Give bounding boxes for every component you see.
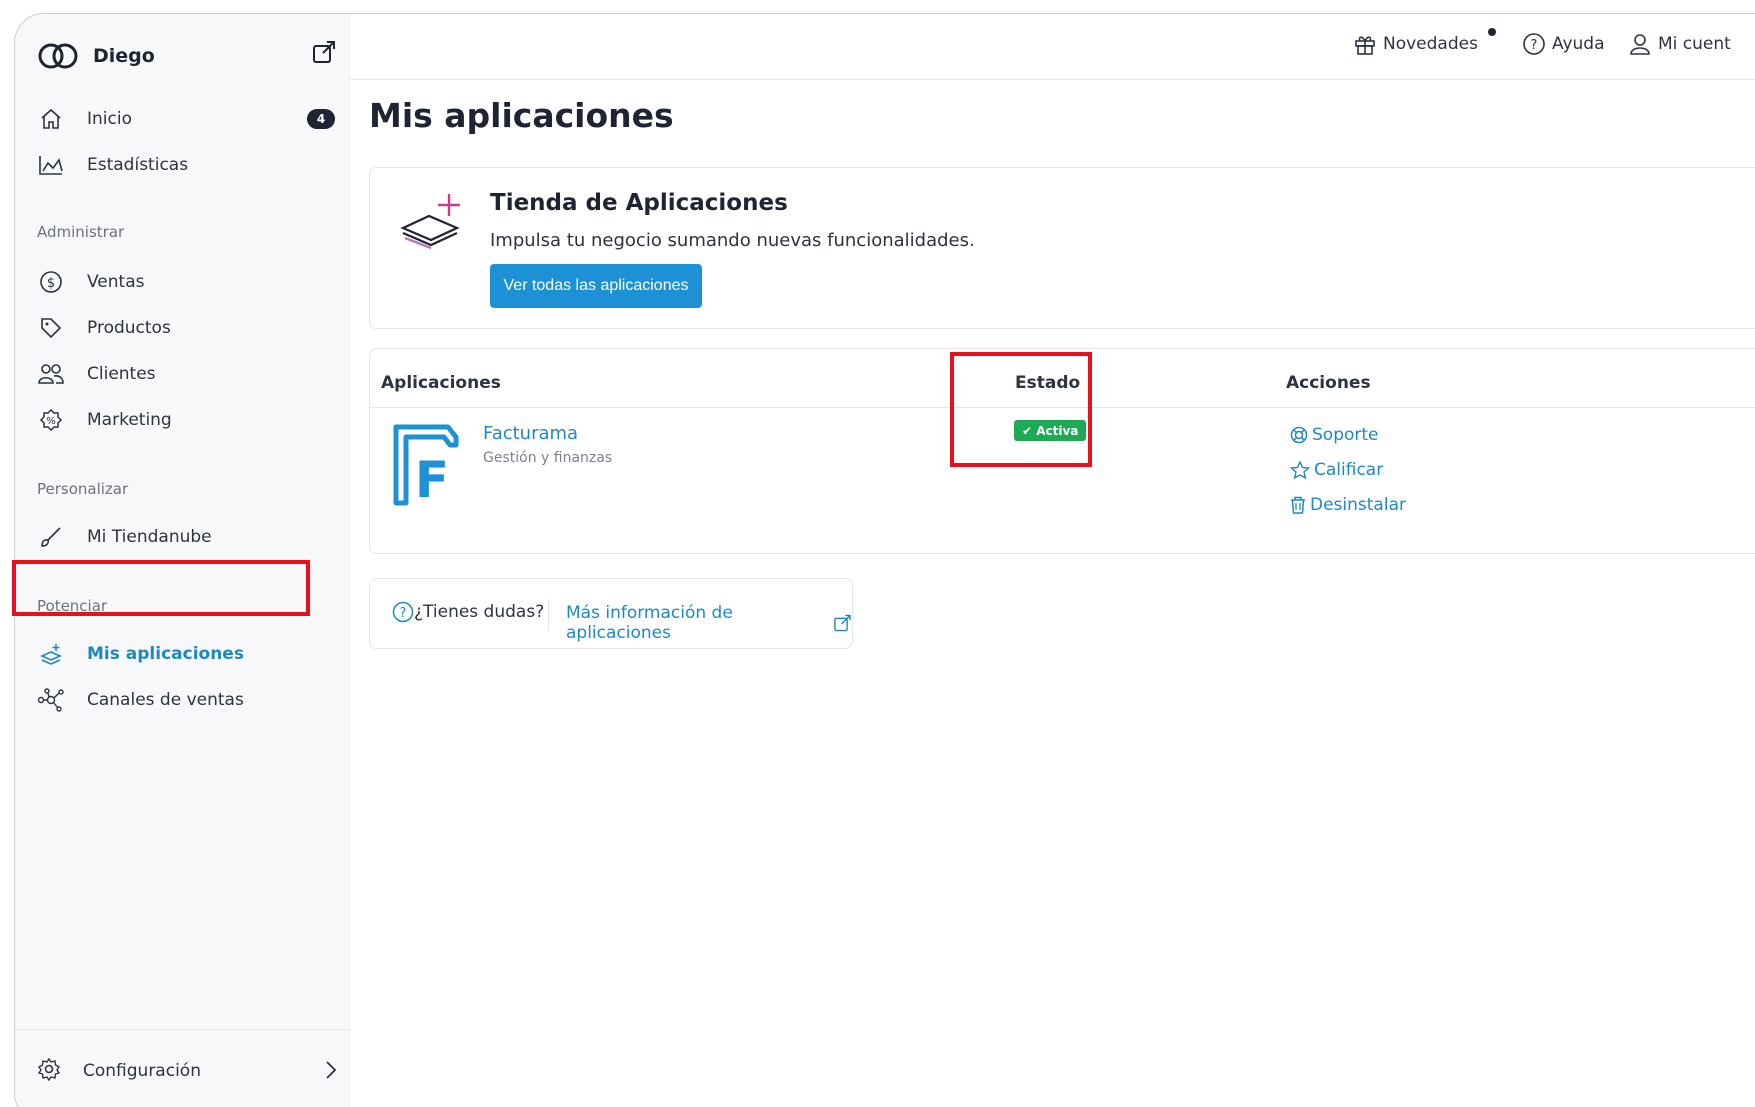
svg-text:F: F xyxy=(415,451,449,507)
notification-badge: 4 xyxy=(307,109,335,129)
sidebar-item-productos[interactable]: Productos xyxy=(37,311,337,345)
chart-icon xyxy=(37,151,65,179)
sidebar-item-label: Mis aplicaciones xyxy=(87,644,244,664)
external-link-icon xyxy=(834,614,851,632)
sidebar-item-label: Configuración xyxy=(83,1061,201,1081)
sidebar-item-label: Productos xyxy=(87,318,171,338)
sidebar-item-label: Ventas xyxy=(87,272,145,292)
sidebar-item-mi-tiendanube[interactable]: Mi Tiendanube xyxy=(37,520,337,554)
help-card: ? ¿Tienes dudas? Más información de apli… xyxy=(369,578,853,649)
uninstall-link[interactable]: Desinstalar xyxy=(1290,495,1406,515)
section-personalizar: Personalizar xyxy=(37,480,129,498)
sidebar-item-label: Inicio xyxy=(87,109,132,129)
novedades-button[interactable]: Novedades xyxy=(1353,32,1478,56)
ayuda-button[interactable]: ? Ayuda xyxy=(1522,32,1605,56)
app-store-icon xyxy=(400,194,460,250)
more-info-link[interactable]: Más información de aplicaciones xyxy=(566,603,852,643)
sidebar-item-inicio[interactable]: Inicio xyxy=(37,102,337,136)
mi-cuenta-button[interactable]: Mi cuent xyxy=(1628,32,1731,56)
more-info-label: Más información de aplicaciones xyxy=(566,603,733,643)
store-card-subtitle: Impulsa tu negocio sumando nuevas funcio… xyxy=(490,230,975,251)
app-name-link[interactable]: Facturama xyxy=(483,423,578,444)
sidebar-footer-divider xyxy=(15,1029,349,1030)
help-question: ? ¿Tienes dudas? xyxy=(392,601,544,623)
view-all-apps-button[interactable]: Ver todas las aplicaciones xyxy=(490,264,702,308)
top-bar: Novedades ? Ayuda Mi cuent xyxy=(350,14,1755,80)
network-icon xyxy=(37,686,65,714)
apps-icon xyxy=(37,640,65,668)
ayuda-label: Ayuda xyxy=(1552,34,1605,54)
sidebar-item-configuracion[interactable]: Configuración xyxy=(37,1054,337,1088)
svg-text:?: ? xyxy=(1531,38,1538,53)
sidebar-item-mis-aplicaciones[interactable]: Mis aplicaciones xyxy=(37,637,337,671)
support-label: Soporte xyxy=(1312,425,1379,445)
trash-icon xyxy=(1291,496,1305,514)
sidebar-item-estadisticas[interactable]: Estadísticas xyxy=(37,148,337,182)
chevron-right-icon xyxy=(326,1061,337,1079)
column-header-acciones: Acciones xyxy=(1286,373,1371,393)
rate-label: Calificar xyxy=(1314,460,1384,480)
novedades-dot xyxy=(1488,28,1496,36)
discount-icon: % xyxy=(37,406,65,434)
brand[interactable]: Diego xyxy=(37,36,155,76)
dollar-icon: $ xyxy=(37,268,65,296)
sidebar-item-label: Estadísticas xyxy=(87,155,189,175)
sidebar-item-ventas[interactable]: $ Ventas xyxy=(37,265,337,299)
brush-icon xyxy=(37,523,65,551)
sidebar-item-label: Canales de ventas xyxy=(87,690,244,710)
help-question-label: ¿Tienes dudas? xyxy=(414,602,545,622)
star-icon xyxy=(1290,461,1310,479)
app-category: Gestión y finanzas xyxy=(483,450,613,466)
sidebar-item-label: Clientes xyxy=(87,364,156,384)
page-title: Mis aplicaciones xyxy=(369,96,674,135)
estado-highlight-box xyxy=(950,352,1092,467)
store-card-title: Tienda de Aplicaciones xyxy=(490,190,788,216)
rate-link[interactable]: Calificar xyxy=(1290,460,1383,480)
section-administrar: Administrar xyxy=(37,223,125,241)
svg-text:%: % xyxy=(46,416,56,427)
svg-text:$: $ xyxy=(47,276,55,291)
facturama-logo-icon: F xyxy=(393,424,459,507)
help-divider xyxy=(548,599,549,631)
store-name: Diego xyxy=(93,45,155,67)
sidebar-item-label: Mi Tiendanube xyxy=(87,527,212,547)
tag-icon xyxy=(37,314,65,342)
menu-highlight-box xyxy=(12,560,310,616)
sidebar-item-clientes[interactable]: Clientes xyxy=(37,357,337,391)
svg-text:?: ? xyxy=(400,606,407,621)
novedades-label: Novedades xyxy=(1383,34,1478,54)
help-circle-icon: ? xyxy=(392,601,414,623)
gift-icon xyxy=(1355,36,1375,55)
home-icon xyxy=(37,105,65,133)
mi-cuenta-label: Mi cuent xyxy=(1658,34,1731,54)
tiendanube-logo-icon xyxy=(38,43,78,69)
support-link[interactable]: Soporte xyxy=(1290,425,1379,445)
external-link-icon[interactable] xyxy=(311,39,337,65)
lifebuoy-icon xyxy=(1290,426,1308,444)
sidebar-item-canales-de-ventas[interactable]: Canales de ventas xyxy=(37,683,337,717)
sidebar-item-label: Marketing xyxy=(87,410,172,430)
column-header-aplicaciones: Aplicaciones xyxy=(381,373,501,393)
sidebar-item-marketing[interactable]: % Marketing xyxy=(37,403,337,437)
gear-icon xyxy=(37,1057,61,1085)
users-icon xyxy=(37,360,65,388)
help-icon: ? xyxy=(1523,33,1545,55)
app-store-card: Tienda de Aplicaciones Impulsa tu negoci… xyxy=(369,167,1755,329)
uninstall-label: Desinstalar xyxy=(1310,495,1406,515)
user-icon xyxy=(1630,34,1650,55)
